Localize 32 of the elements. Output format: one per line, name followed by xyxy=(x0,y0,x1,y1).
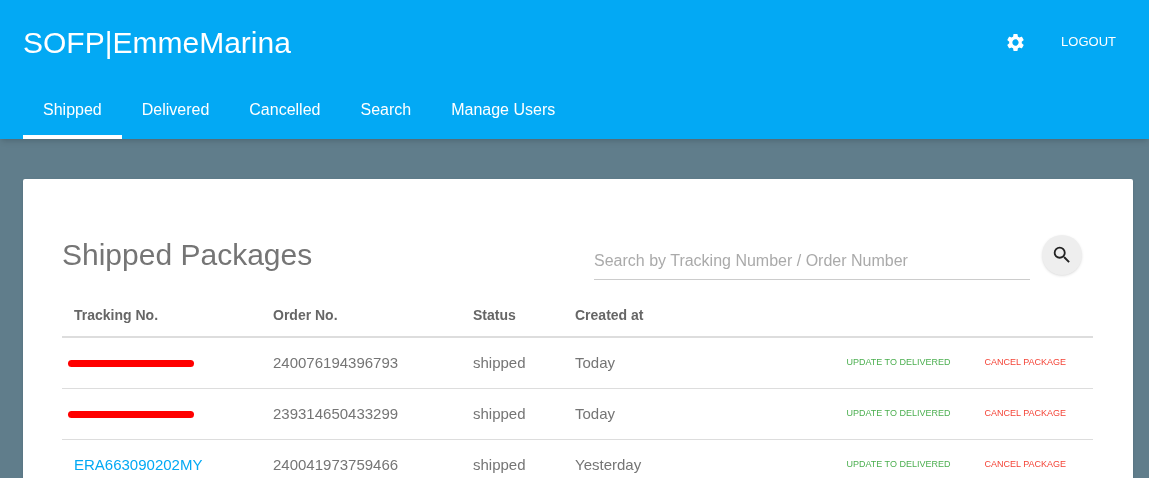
cancel-package-button[interactable]: CANCEL PACKAGE xyxy=(984,458,1066,472)
column-header: Order No. xyxy=(273,305,339,325)
created-date: Yesterday xyxy=(575,454,643,475)
cancel-package-button[interactable]: CANCEL PACKAGE xyxy=(984,356,1066,370)
nav-tab[interactable]: Shipped xyxy=(23,89,122,139)
nav-tab[interactable]: Manage Users xyxy=(431,89,576,139)
column-header: Tracking No. xyxy=(74,305,160,325)
title-separator: | xyxy=(104,24,113,61)
update-delivered-button[interactable]: UPDATE TO DELIVERED xyxy=(846,458,951,472)
status-text: shipped xyxy=(473,454,527,475)
column-header: Created at xyxy=(575,305,645,325)
order-number: 240041973759466 xyxy=(273,454,400,475)
app-name: EmmeMarina xyxy=(112,24,291,61)
update-delivered-button[interactable]: UPDATE TO DELIVERED xyxy=(846,407,951,421)
column-header: Status xyxy=(473,305,517,325)
cancel-package-button[interactable]: CANCEL PACKAGE xyxy=(984,407,1066,421)
created-date: Today xyxy=(575,403,617,424)
order-number: 239314650433299 xyxy=(273,403,400,424)
logout-button[interactable]: LOGOUT xyxy=(1061,32,1116,52)
tracking-link[interactable]: ERA663090202MY xyxy=(74,453,273,477)
status-text: shipped xyxy=(473,403,527,424)
card-title: Shipped Packages xyxy=(62,237,313,273)
status-text: shipped xyxy=(473,352,527,373)
created-date: Today xyxy=(575,352,617,373)
search-field[interactable]: Search by Tracking Number / Order Number xyxy=(594,243,1030,280)
nav-tab[interactable]: Search xyxy=(340,89,432,139)
search-button[interactable] xyxy=(1042,234,1082,275)
nav-tab[interactable]: Delivered xyxy=(121,89,230,139)
app-title: SOFP xyxy=(23,24,105,61)
update-delivered-button[interactable]: UPDATE TO DELIVERED xyxy=(846,356,951,370)
nav-tab[interactable]: Cancelled xyxy=(229,89,341,139)
order-number: 240076194396793 xyxy=(273,352,400,373)
